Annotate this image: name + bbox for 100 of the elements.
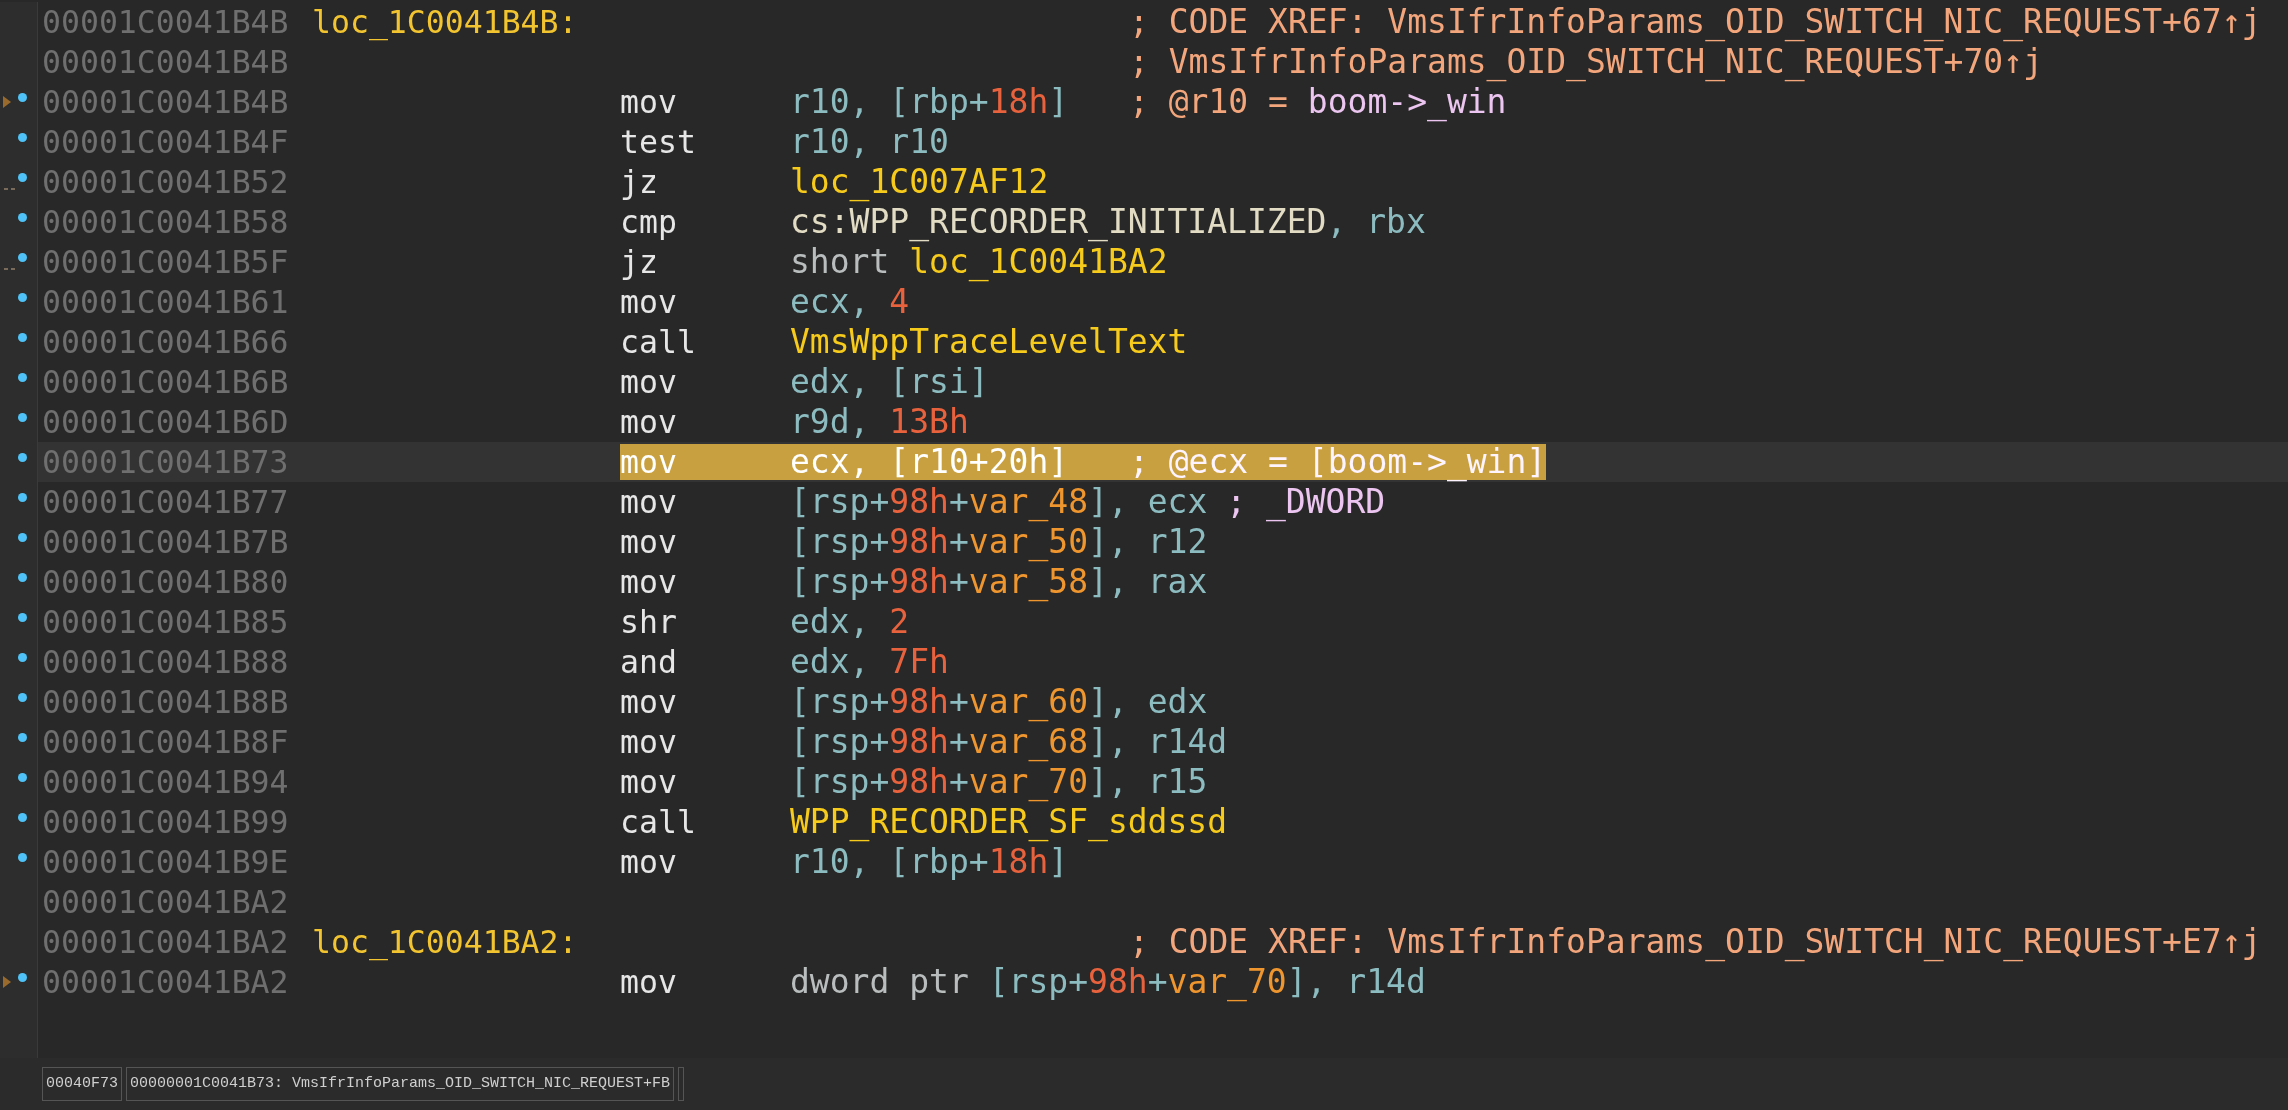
mnemonic-text: test xyxy=(620,123,697,162)
address-text: 00001C0041B5F xyxy=(41,243,290,282)
mnemonic-text: mov xyxy=(620,283,678,322)
address-text: 00001C0041B6D xyxy=(41,403,290,442)
comment-text: ; CODE XREF: VmsIfrInfoParams_OID_SWITCH_NIC_REQUEST+67↑j xyxy=(1129,2,2262,42)
address-text: 00001C0041B4B xyxy=(41,83,290,122)
operand-text: [rsp+98h+var_48], ecx xyxy=(790,482,1208,522)
mnemonic-text: mov xyxy=(620,363,678,402)
comment-text: ; VmsIfrInfoParams_OID_SWITCH_NIC_REQUEST+70↑j xyxy=(1129,42,2043,82)
code-line[interactable]: 00001C0041B58 cmp cs:WPP_RECORDER_INITIALIZED, rbx xyxy=(0,202,2288,242)
code-line[interactable]: 00001C0041B5F jz short loc_1C0041BA2 xyxy=(0,242,2288,282)
address-text: 00001C0041B73 xyxy=(41,443,290,482)
operand-text: ecx, [r10+20h] xyxy=(790,442,1070,482)
status-offset: 00040F73 xyxy=(42,1067,122,1101)
address-text: 00001C0041BA2 xyxy=(41,883,290,922)
address-text: 00001C0041BA2 xyxy=(41,923,290,962)
operand-text: [rsp+98h+var_60], edx xyxy=(790,682,1208,722)
mnemonic-text: mov xyxy=(620,763,678,802)
comment-text: ; CODE XREF: VmsIfrInfoParams_OID_SWITCH_NIC_REQUEST+E7↑j xyxy=(1129,922,2262,962)
code-line[interactable]: 00001C0041BA2 loc_1C0041BA2: ; CODE XREF: VmsIfrInfoParams_OID_SWITCH_NIC_REQUEST+E7↑j xyxy=(0,922,2288,962)
address-text: 00001C0041B4B xyxy=(41,3,290,42)
operand-text: VmsWppTraceLevelText xyxy=(790,322,1188,362)
mnemonic-text: shr xyxy=(620,603,678,642)
comment-text: ; _DWORD xyxy=(1226,482,1386,522)
code-line[interactable]: 00001C0041B8F mov [rsp+98h+var_68], r14d xyxy=(0,722,2288,762)
mnemonic-text: and xyxy=(620,643,678,682)
code-line[interactable]: 00001C0041B88 and edx, 7Fh xyxy=(0,642,2288,682)
mnemonic-text: mov xyxy=(620,843,678,882)
code-line[interactable]: 00001C0041B66 call VmsWppTraceLevelText xyxy=(0,322,2288,362)
mnemonic-text: mov xyxy=(620,403,678,442)
address-text: 00001C0041B8F xyxy=(41,723,290,762)
operand-text: edx, 7Fh xyxy=(790,642,950,682)
operand-text: cs:WPP_RECORDER_INITIALIZED, rbx xyxy=(790,202,1426,242)
operand-text: dword ptr [rsp+98h+var_70], r14d xyxy=(790,962,1426,1002)
operand-text: r10, r10 xyxy=(790,122,950,162)
operand-text: [rsp+98h+var_68], r14d xyxy=(790,722,1228,762)
code-line[interactable]: 00001C0041B9E mov r10, [rbp+18h] xyxy=(0,842,2288,882)
address-text: 00001C0041B99 xyxy=(41,803,290,842)
code-line[interactable]: 00001C0041B85 shr edx, 2 xyxy=(0,602,2288,642)
code-line[interactable]: 00001C0041BA2 mov dword ptr [rsp+98h+var_70], r14d xyxy=(0,962,2288,1002)
status-panel xyxy=(678,1067,685,1101)
address-text: 00001C0041B9E xyxy=(41,843,290,882)
mnemonic-text: mov xyxy=(620,963,678,1002)
address-text: 00001C0041B4B xyxy=(41,43,290,82)
mnemonic-text: mov xyxy=(620,723,678,762)
address-text: 00001C0041B58 xyxy=(41,203,290,242)
address-text: 00001C0041B88 xyxy=(41,643,290,682)
address-text: 00001C0041B6B xyxy=(41,363,290,402)
address-text: 00001C0041B61 xyxy=(41,283,290,322)
operand-text: edx, [rsi] xyxy=(790,362,990,402)
code-line[interactable]: 00001C0041B99 call WPP_RECORDER_SF_sddssd xyxy=(0,802,2288,842)
address-text: 00001C0041B77 xyxy=(41,483,290,522)
operand-text: r10, [rbp+18h] xyxy=(790,82,1070,122)
operand-text: ecx, 4 xyxy=(790,282,911,322)
mnemonic-text: call xyxy=(620,803,697,842)
mnemonic-text: jz xyxy=(620,243,659,282)
code-line[interactable]: 00001C0041B7B mov [rsp+98h+var_50], r12 xyxy=(0,522,2288,562)
operand-text: r10, [rbp+18h] xyxy=(790,842,1070,882)
code-line[interactable]: 00001C0041B6B mov edx, [rsi] xyxy=(0,362,2288,402)
address-text: 00001C0041B8B xyxy=(41,683,290,722)
code-line[interactable]: 00001C0041B6D mov r9d, 13Bh xyxy=(0,402,2288,442)
address-text: 00001C0041B7B xyxy=(41,523,290,562)
code-line[interactable]: 00001C0041B77 mov [rsp+98h+var_48], ecx ; _DWORD xyxy=(0,482,2288,522)
operand-text: WPP_RECORDER_SF_sddssd xyxy=(790,802,1228,842)
code-line[interactable]: 00001C0041B4B loc_1C0041B4B: ; CODE XREF: VmsIfrInfoParams_OID_SWITCH_NIC_REQUEST+67↑j xyxy=(0,2,2288,42)
address-text: 00001C0041B85 xyxy=(41,603,290,642)
code-line[interactable]: 00001C0041B52 jz loc_1C007AF12 xyxy=(0,162,2288,202)
code-line[interactable]: 00001C0041B80 mov [rsp+98h+var_58], rax xyxy=(0,562,2288,602)
label-text: loc_1C0041B4B: xyxy=(312,3,579,42)
mnemonic-text: mov xyxy=(620,563,678,602)
address-text: 00001C0041B94 xyxy=(41,763,290,802)
code-line[interactable]: 00001C0041B61 mov ecx, 4 xyxy=(0,282,2288,322)
code-line[interactable]: 00001C0041B94 mov [rsp+98h+var_70], r15 xyxy=(0,762,2288,802)
operand-text: edx, 2 xyxy=(790,602,911,642)
address-text: 00001C0041B80 xyxy=(41,563,290,602)
mnemonic-text: mov xyxy=(620,443,678,482)
mnemonic-text: mov xyxy=(620,83,678,122)
address-text: 00001C0041B4F xyxy=(41,123,290,162)
operand-text: [rsp+98h+var_70], r15 xyxy=(790,762,1208,802)
code-line[interactable]: 00001C0041B4B ; VmsIfrInfoParams_OID_SWITCH_NIC_REQUEST+70↑j xyxy=(0,42,2288,82)
code-line[interactable]: 00001C0041B8B mov [rsp+98h+var_60], edx xyxy=(0,682,2288,722)
mnemonic-text: mov xyxy=(620,523,678,562)
operand-text: r9d, 13Bh xyxy=(790,402,970,442)
address-text: 00001C0041BA2 xyxy=(41,963,290,1002)
mnemonic-text: mov xyxy=(620,683,678,722)
mnemonic-text: mov xyxy=(620,483,678,522)
label-text: loc_1C0041BA2: xyxy=(312,923,579,962)
address-text: 00001C0041B52 xyxy=(41,163,290,202)
mnemonic-text: jz xyxy=(620,163,659,202)
operand-text: loc_1C007AF12 xyxy=(790,162,1050,202)
code-line[interactable]: 00001C0041B4F test r10, r10 xyxy=(0,122,2288,162)
comment-text: ; @ecx = [boom->_win] xyxy=(1129,442,1547,482)
operand-text: [rsp+98h+var_50], r12 xyxy=(790,522,1208,562)
code-line[interactable]: 00001C0041B4B mov r10, [rbp+18h] ; @r10 = boom->_win xyxy=(0,82,2288,122)
comment-text: ; @r10 = boom->_win xyxy=(1129,82,1507,122)
mnemonic-text: cmp xyxy=(620,203,678,242)
operand-text: [rsp+98h+var_58], rax xyxy=(790,562,1208,602)
operand-text: short loc_1C0041BA2 xyxy=(790,242,1168,282)
address-text: 00001C0041B66 xyxy=(41,323,290,362)
mnemonic-text: call xyxy=(620,323,697,362)
